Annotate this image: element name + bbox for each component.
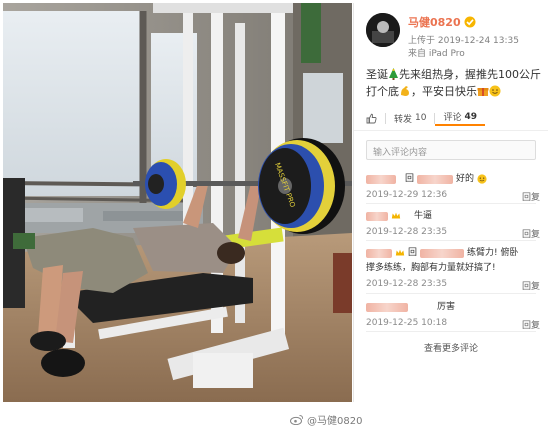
comment-text: 牛逼 [414,211,433,221]
reply-button[interactable]: 回复 [522,318,540,331]
weibo-watermark: @马健0820 [290,412,362,427]
upload-time: 上传于 2019-12-24 13:35 [408,36,519,46]
vip-crown-icon [391,212,401,219]
gym-bench-press-photo: MASSFIT PRO [3,3,352,402]
verified-vip-icon [464,16,476,28]
smile-icon [477,174,487,184]
comment-time: 2019-12-25 10:18 [366,318,448,328]
post-text-part-3: ，平安日快乐 [411,85,477,98]
comment-item: 回 好的 2019-12-29 12:36 回复 [366,173,540,203]
comment-item: 牛逼 2019-12-28 23:35 回复 [366,210,540,240]
comment-prefix: 回 [408,248,418,258]
screenshot-frame: MASSFIT PRO 马健0820 上传于 2019-12-24 13:35 … [0,0,550,431]
forward-label: 转发 [394,114,413,125]
comment-divider [366,293,536,294]
redacted-mention[interactable] [420,248,465,258]
comment-count: 49 [464,111,478,122]
avatar[interactable] [366,13,400,47]
weibo-post-panel: 马健0820 上传于 2019-12-24 13:35 来自 iPad Pro … [353,3,548,402]
redacted-username[interactable] [366,174,396,184]
comment-prefix: 回 [405,174,415,184]
more-comments-link[interactable]: 查看更多评论 [354,341,548,354]
like-button[interactable] [366,110,385,126]
post-photo[interactable]: MASSFIT PRO [3,3,352,402]
smile-icon [489,85,501,97]
comment-divider [366,203,536,204]
username-row[interactable]: 马健0820 [408,14,476,30]
reply-button[interactable]: 回复 [522,227,540,240]
redacted-username[interactable] [366,211,388,221]
watermark-text: @马健0820 [307,416,363,427]
comment-item: 回 练臂力! 俯卧 撑多练练，胸部有力量就好搞了! 2019-12-28 23:… [366,247,540,292]
thumbs-up-icon [366,113,377,123]
post-source: 来自 iPad Pro [408,49,465,59]
comment-label: 评论 [443,113,462,123]
comment-text-continued: 撑多练练，胸部有力量就好搞了! [366,263,496,273]
vip-crown-icon [395,249,405,256]
post-actions: 转发 10 评论 49 [366,107,536,129]
reply-button[interactable]: 回复 [522,190,540,203]
redacted-mention[interactable] [417,174,454,184]
redacted-username[interactable] [366,302,408,312]
forward-count: 10 [415,113,427,123]
divider [354,130,548,131]
comment-divider [366,240,536,241]
comment-time: 2019-12-28 23:35 [366,279,448,289]
christmas-tree-icon [389,68,398,80]
reply-button[interactable]: 回复 [522,279,540,292]
comment-divider [366,331,536,332]
comment-time: 2019-12-28 23:35 [366,227,448,237]
gift-icon [477,88,489,96]
post-text-part-1: 圣诞 [366,68,388,81]
comment-text: 好的 [456,174,475,184]
comment-input[interactable]: 输入评论内容 [366,140,536,160]
comments-tab[interactable]: 评论 49 [435,110,486,126]
comment-item: 厉害 2019-12-25 10:18 回复 [366,301,540,331]
forward-button[interactable]: 转发 10 [386,110,434,126]
flexed-biceps-icon [401,86,409,96]
comment-text: 厉害 [437,302,456,312]
weibo-logo-icon [290,415,304,425]
comment-time: 2019-12-29 12:36 [366,190,448,200]
post-text: 圣诞 先来组热身，握推先100公斤打个底 ，平安日快乐 [366,66,544,100]
redacted-username[interactable] [366,248,392,258]
comment-text: 练臂力! 俯卧 [467,248,519,258]
username[interactable]: 马健0820 [408,14,461,30]
avatar-image [366,13,400,47]
